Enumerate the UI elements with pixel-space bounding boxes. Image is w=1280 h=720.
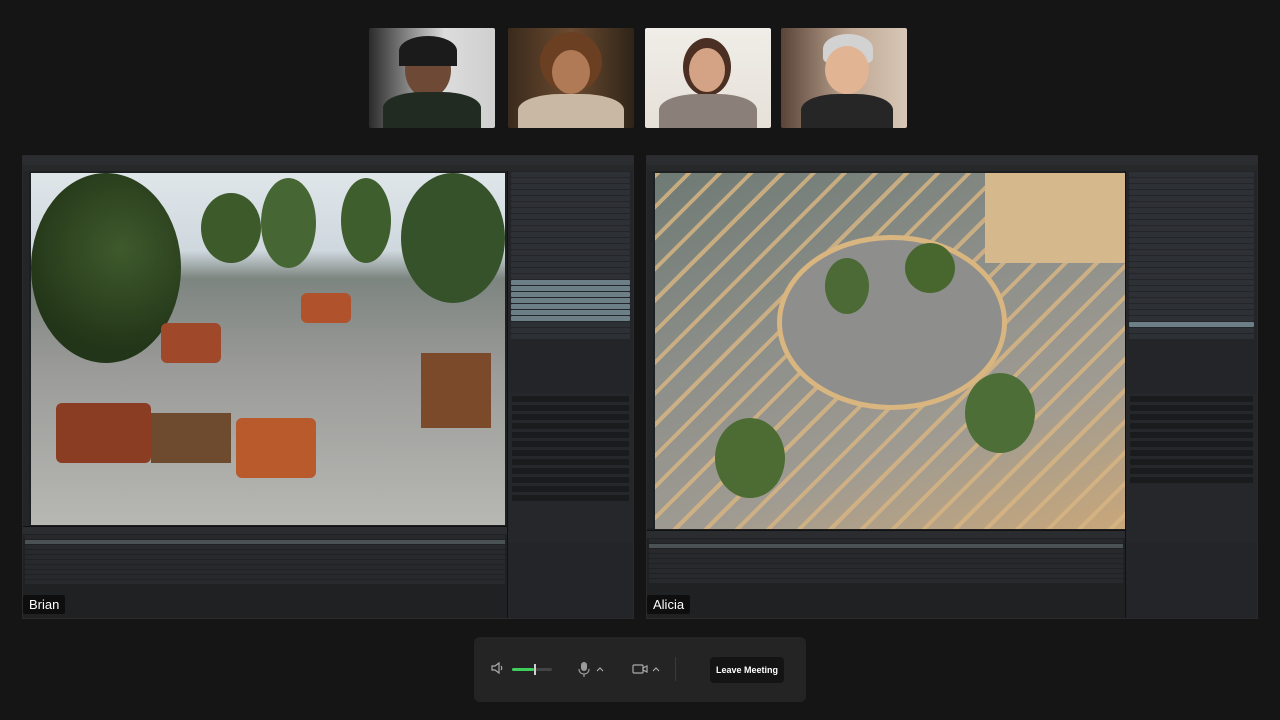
presenter-name-label: Brian bbox=[23, 595, 66, 614]
camera-options-chevron-icon[interactable] bbox=[652, 667, 660, 672]
volume-knob[interactable] bbox=[534, 664, 536, 675]
content-browser-panel[interactable] bbox=[647, 530, 1125, 618]
properties-panel[interactable] bbox=[1126, 393, 1257, 543]
control-divider bbox=[675, 657, 676, 681]
content-browser-panel[interactable] bbox=[23, 526, 507, 618]
volume-slider[interactable] bbox=[512, 664, 552, 675]
participant-tile-3[interactable] bbox=[645, 28, 771, 128]
meeting-control-bar: Leave Meeting bbox=[474, 637, 806, 702]
3d-viewport[interactable] bbox=[31, 173, 505, 525]
camera-icon[interactable] bbox=[632, 663, 648, 675]
participant-tile-1[interactable] bbox=[369, 28, 495, 128]
leave-meeting-button[interactable]: Leave Meeting bbox=[710, 657, 784, 683]
3d-viewport[interactable] bbox=[655, 173, 1125, 529]
participant-tile-4[interactable] bbox=[781, 28, 907, 128]
mic-options-chevron-icon[interactable] bbox=[596, 667, 604, 672]
presenter-name-label: Alicia bbox=[647, 595, 691, 614]
microphone-icon[interactable] bbox=[578, 661, 590, 677]
properties-panel[interactable] bbox=[508, 393, 633, 543]
scene-hierarchy-panel[interactable] bbox=[1125, 171, 1257, 618]
app-titlebar bbox=[23, 156, 633, 165]
app-titlebar bbox=[647, 156, 1257, 165]
participant-tile-2[interactable] bbox=[508, 28, 634, 128]
shared-screen-brian[interactable]: Brian bbox=[22, 155, 634, 619]
volume-level-fill bbox=[512, 668, 534, 671]
app-toolbar[interactable] bbox=[23, 171, 29, 528]
shared-screen-alicia[interactable]: Alicia bbox=[646, 155, 1258, 619]
speaker-icon[interactable] bbox=[490, 661, 504, 675]
scene-hierarchy-panel[interactable] bbox=[507, 171, 633, 618]
app-toolbar[interactable] bbox=[647, 171, 653, 528]
